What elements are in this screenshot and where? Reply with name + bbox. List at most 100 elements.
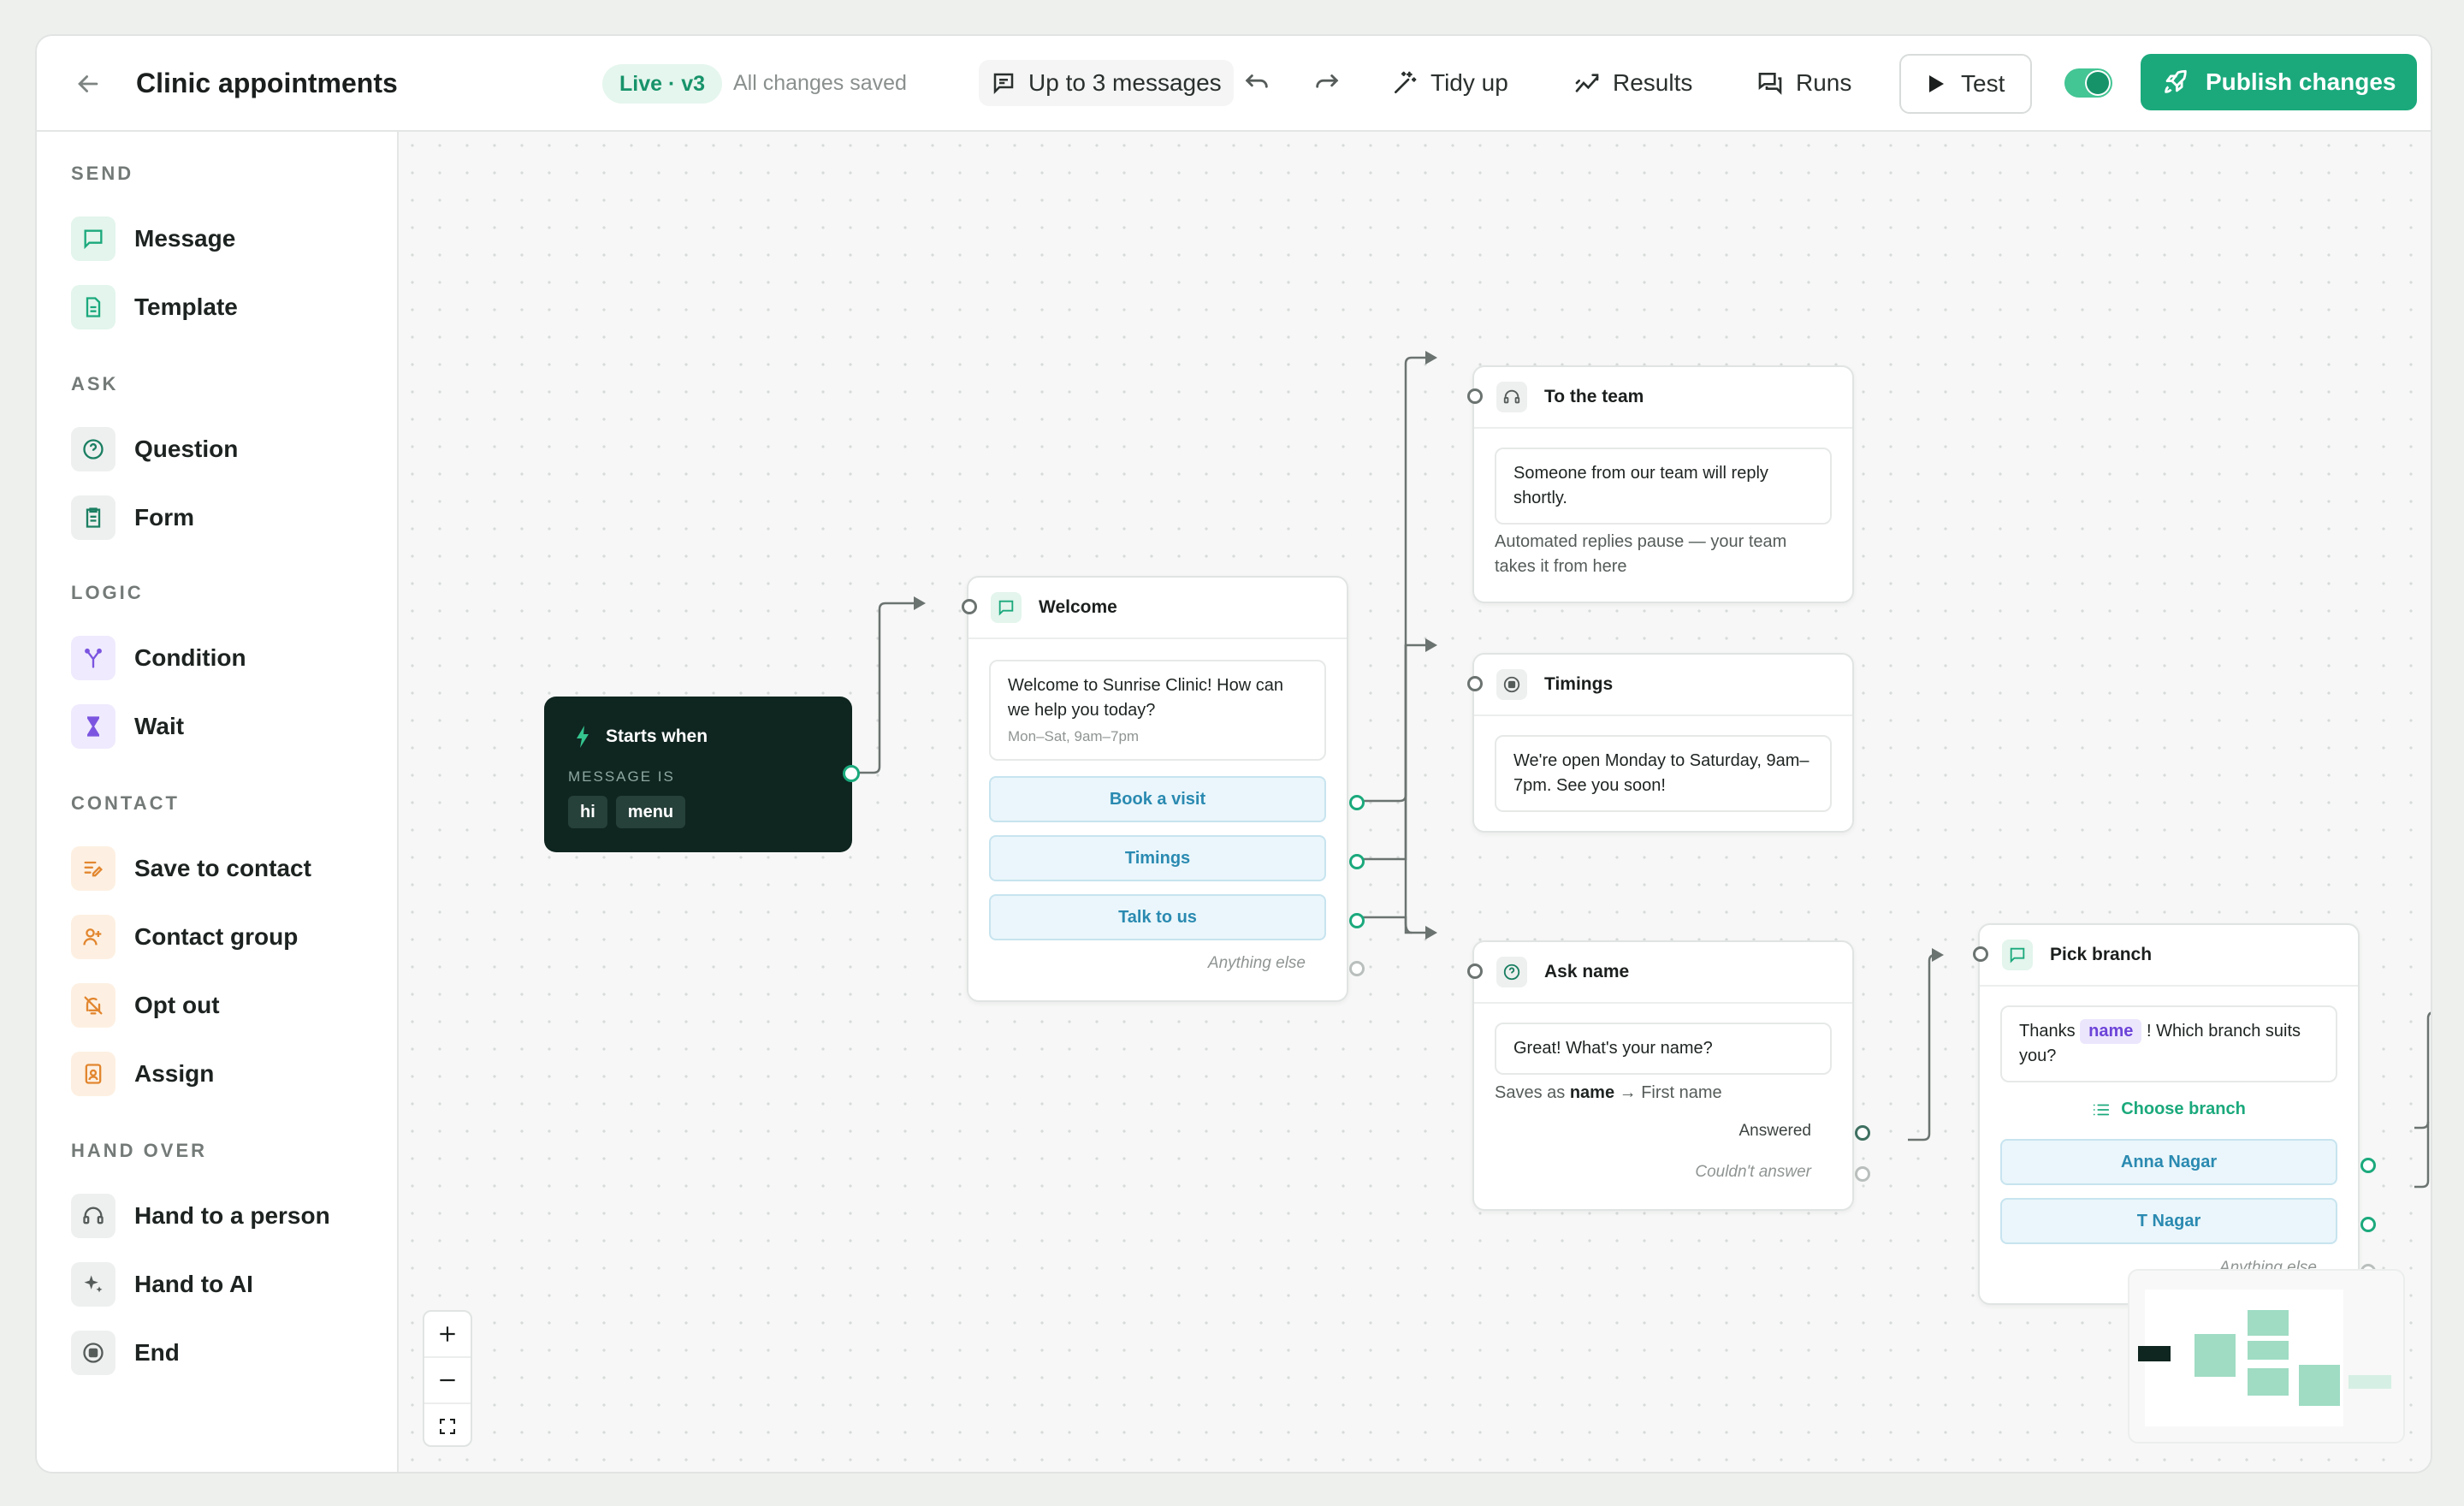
variable-pill: name <box>2080 1019 2142 1044</box>
output-port[interactable] <box>1855 1125 1870 1141</box>
output-port[interactable] <box>1855 1166 1870 1182</box>
node-welcome[interactable]: Welcome Welcome to Sunrise Clinic! How c… <box>962 576 1365 1002</box>
node-ask-name[interactable]: Ask name Great! What's your name? Saves … <box>1467 940 1870 1211</box>
test-button[interactable]: Test <box>1899 54 2033 114</box>
question-bubble: Great! What's your name? <box>1495 1023 1832 1075</box>
node-title: Timings <box>1544 674 1614 694</box>
trigger-label: MESSAGE IS <box>568 768 675 785</box>
output-port[interactable] <box>1349 854 1365 869</box>
live-version-badge: Live · v3 <box>602 64 723 104</box>
input-port[interactable] <box>1973 946 1988 962</box>
test-label: Test <box>1961 70 2005 97</box>
branch-icon <box>71 636 116 680</box>
node-pick-branch[interactable]: Pick branch Thanks name ! Which branch s… <box>1973 923 2376 1305</box>
block-assign[interactable]: Assign <box>71 1051 214 1097</box>
minimap[interactable] <box>2128 1269 2405 1444</box>
fit-view-icon[interactable] <box>424 1404 471 1449</box>
back-arrow-icon[interactable] <box>71 67 105 101</box>
block-form[interactable]: Form <box>71 495 194 541</box>
option-talk[interactable]: Talk to us <box>989 894 1326 940</box>
option-timings[interactable]: Timings <box>989 835 1326 881</box>
option-book-visit[interactable]: Book a visit <box>989 776 1326 822</box>
publish-button[interactable]: Publish changes <box>2141 54 2417 110</box>
section-logic: LOGIC <box>71 582 144 603</box>
block-message[interactable]: Message <box>71 216 235 262</box>
flow-canvas[interactable]: Starts when MESSAGE IS hi menu Welcome We… <box>399 132 2431 1472</box>
runs-label: Runs <box>1796 69 1852 96</box>
live-toggle[interactable] <box>2064 68 2112 98</box>
option-anna-nagar[interactable]: Anna Nagar <box>2000 1139 2337 1185</box>
block-assign-label: Assign <box>134 1060 215 1087</box>
block-opt-out[interactable]: Opt out <box>71 982 220 1029</box>
option-t-nagar[interactable]: T Nagar <box>2000 1198 2337 1244</box>
message-limit-label: Up to 3 messages <box>1028 69 1222 96</box>
redo-icon[interactable] <box>1307 60 1347 106</box>
headset-icon <box>71 1194 116 1238</box>
block-palette: SEND Message Template ASK Question Form … <box>37 132 399 1472</box>
block-template[interactable]: Template <box>71 284 238 330</box>
sparkles-icon <box>71 1262 116 1307</box>
answered-label: Answered <box>1738 1122 1812 1140</box>
block-condition[interactable]: Condition <box>71 635 246 681</box>
message-bubble: Someone from our team will reply shortly… <box>1495 448 1832 525</box>
trigger-node[interactable]: Starts when MESSAGE IS hi menu <box>544 697 860 852</box>
block-opt-out-label: Opt out <box>134 992 220 1018</box>
message-limit-button[interactable]: Up to 3 messages <box>979 60 1234 106</box>
output-port[interactable] <box>843 765 860 782</box>
zoom-controls <box>423 1310 472 1447</box>
headset-icon <box>1496 382 1527 412</box>
save-status: All changes saved <box>733 70 907 95</box>
document-icon <box>71 285 116 329</box>
stop-circle-icon <box>71 1331 116 1375</box>
node-title: Welcome <box>1039 597 1117 617</box>
handover-note: Automated replies pause — your team take… <box>1495 532 1787 576</box>
tidy-up-button[interactable]: Tidy up <box>1391 60 1508 106</box>
zoom-out-icon[interactable] <box>424 1358 471 1404</box>
block-contact-group[interactable]: Contact group <box>71 914 298 960</box>
node-timings[interactable]: Timings We're open Monday to Saturday, 9… <box>1467 653 1854 833</box>
keyword-chip[interactable]: menu <box>615 796 686 828</box>
question-icon <box>1496 957 1527 987</box>
output-port[interactable] <box>2360 1217 2376 1232</box>
users-icon <box>71 915 116 959</box>
tidy-up-label: Tidy up <box>1430 69 1508 96</box>
input-port[interactable] <box>962 599 977 614</box>
block-save-contact-label: Save to contact <box>134 855 311 881</box>
output-port[interactable] <box>1349 913 1365 928</box>
block-hand-person-label: Hand to a person <box>134 1202 330 1229</box>
block-hand-person[interactable]: Hand to a person <box>71 1193 330 1239</box>
chart-line-icon <box>1575 74 1599 92</box>
message-icon <box>2002 940 2033 970</box>
keyword-chip[interactable]: hi <box>568 796 607 828</box>
output-port[interactable] <box>1349 961 1365 976</box>
block-save-contact[interactable]: Save to contact <box>71 845 311 892</box>
block-hand-ai[interactable]: Hand to AI <box>71 1261 253 1307</box>
block-question[interactable]: Question <box>71 426 238 472</box>
section-ask: ASK <box>71 373 119 394</box>
list-icon <box>2094 1104 2110 1115</box>
block-template-label: Template <box>134 293 238 320</box>
input-port[interactable] <box>1467 388 1483 404</box>
node-to-team[interactable]: To the team Someone from our team will r… <box>1467 365 1854 603</box>
zoom-in-icon[interactable] <box>424 1312 471 1358</box>
input-port[interactable] <box>1467 676 1483 691</box>
clipboard-icon <box>71 495 116 540</box>
undo-icon[interactable] <box>1237 60 1276 106</box>
hourglass-icon <box>71 704 116 749</box>
stop-circle-icon <box>1496 669 1527 700</box>
output-port[interactable] <box>1349 795 1365 810</box>
list-button[interactable]: Choose branch <box>1980 1100 2358 1119</box>
message-icon <box>71 216 116 261</box>
output-port[interactable] <box>2360 1158 2376 1173</box>
block-wait[interactable]: Wait <box>71 703 184 750</box>
block-wait-label: Wait <box>134 713 185 739</box>
runs-button[interactable]: Runs <box>1756 60 1851 106</box>
section-contact: CONTACT <box>71 792 180 814</box>
input-port[interactable] <box>1467 963 1483 979</box>
section-handover: HAND OVER <box>71 1140 208 1161</box>
results-button[interactable]: Results <box>1573 60 1692 106</box>
rocket-icon <box>2165 69 2187 93</box>
block-end[interactable]: End <box>71 1330 180 1376</box>
block-end-label: End <box>134 1339 180 1366</box>
block-contact-group-label: Contact group <box>134 923 299 950</box>
